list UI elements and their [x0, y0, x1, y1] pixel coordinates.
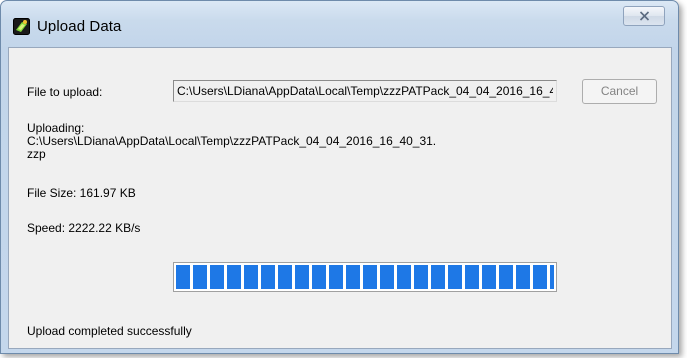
dialog-body: File to upload: Cancel Uploading: C:\Use… — [8, 47, 672, 349]
file-to-upload-label: File to upload: — [27, 85, 103, 99]
file-path-field[interactable] — [173, 80, 557, 102]
uploading-info: Uploading: C:\Users\LDiana\AppData\Local… — [27, 122, 436, 161]
close-icon — [639, 11, 650, 21]
app-icon — [13, 18, 30, 35]
upload-progress-bar — [173, 262, 557, 292]
upload-data-dialog: Upload Data File to upload: Cancel Uploa… — [0, 0, 679, 354]
title-bar[interactable]: Upload Data — [1, 1, 678, 47]
uploading-path-line2: zzp — [27, 147, 46, 161]
status-text: Upload completed successfully — [27, 324, 192, 338]
uploading-path-line1: C:\Users\LDiana\AppData\Local\Temp\zzzPA… — [27, 134, 437, 148]
cancel-button[interactable]: Cancel — [582, 79, 657, 104]
speed-text: Speed: 2222.22 KB/s — [27, 221, 141, 235]
progress-bar-fill — [176, 265, 554, 289]
file-size-text: File Size: 161.97 KB — [27, 186, 136, 200]
window-title: Upload Data — [37, 18, 122, 35]
close-button[interactable] — [623, 6, 665, 26]
